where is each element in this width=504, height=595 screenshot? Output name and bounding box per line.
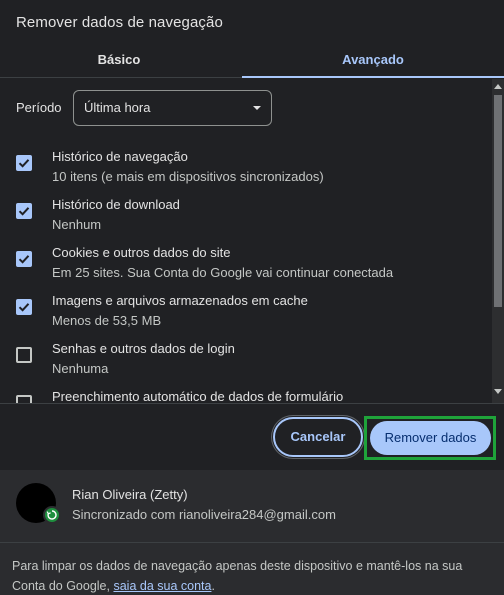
scrollbar-thumb[interactable] — [494, 95, 502, 307]
checkbox-passwords[interactable] — [16, 347, 32, 363]
checkbox-browsing-history[interactable] — [16, 155, 32, 171]
option-title: Preenchimento automático de dados de for… — [52, 389, 344, 403]
option-download-history[interactable]: Histórico de download Nenhum — [0, 197, 490, 245]
note-text: Para limpar os dados de navegação apenas… — [12, 559, 463, 593]
option-subtitle: 10 itens (e mais em dispositivos sincron… — [52, 169, 324, 184]
account-name: Rian Oliveira (Zetty) — [72, 487, 188, 502]
option-title: Cookies e outros dados do site — [52, 245, 231, 260]
option-browsing-history[interactable]: Histórico de navegação 10 itens (e mais … — [0, 149, 490, 197]
checkbox-cache[interactable] — [16, 299, 32, 315]
option-title: Imagens e arquivos armazenados em cache — [52, 293, 308, 308]
checkbox-autofill[interactable] — [16, 395, 32, 403]
option-title: Senhas e outros dados de login — [52, 341, 235, 356]
sign-out-link[interactable]: saia da sua conta — [113, 579, 211, 593]
option-subtitle: Nenhum — [52, 217, 102, 232]
note-end: . — [211, 579, 215, 593]
option-title: Histórico de navegação — [52, 149, 188, 164]
options-scroll-area: Período Última hora Histórico de navegaç… — [0, 79, 504, 403]
period-select-value: Última hora — [84, 100, 151, 115]
option-cookies[interactable]: Cookies e outros dados do site Em 25 sit… — [0, 245, 490, 293]
divider — [0, 542, 504, 543]
tab-advanced[interactable]: Avançado — [242, 44, 504, 78]
checkbox-download-history[interactable] — [16, 203, 32, 219]
option-subtitle: Nenhuma — [52, 361, 109, 376]
sync-icon — [43, 506, 61, 524]
tab-bar: Básico Avançado — [0, 44, 504, 78]
dialog-title: Remover dados de navegação — [16, 14, 223, 31]
option-subtitle: Em 25 sites. Sua Conta do Google vai con… — [52, 265, 394, 280]
dropdown-arrow-icon — [253, 106, 261, 110]
period-select[interactable]: Última hora — [73, 90, 272, 126]
period-row: Período Última hora — [0, 79, 504, 139]
checkmark-icon — [18, 159, 30, 168]
checkmark-icon — [18, 303, 30, 312]
checkmark-icon — [18, 207, 30, 216]
account-sync-status: Sincronizado com rianoliveira284@gmail.c… — [72, 507, 336, 522]
divider — [0, 403, 504, 404]
tab-basic[interactable]: Básico — [0, 44, 238, 78]
scrollbar[interactable] — [492, 79, 504, 403]
option-title: Histórico de download — [52, 197, 180, 212]
period-label: Período — [16, 100, 62, 115]
option-cache[interactable]: Imagens e arquivos armazenados em cache … — [0, 293, 490, 341]
sign-out-note: Para limpar os dados de navegação apenas… — [12, 556, 492, 595]
option-subtitle: Menos de 53,5 MB — [52, 313, 162, 328]
checkmark-icon — [18, 255, 30, 264]
account-section: Rian Oliveira (Zetty) Sincronizado com r… — [0, 470, 504, 595]
option-passwords[interactable]: Senhas e outros dados de login Nenhuma — [0, 341, 490, 389]
cancel-button[interactable]: Cancelar — [273, 417, 363, 457]
scroll-up-arrow-icon[interactable] — [494, 84, 502, 89]
option-autofill[interactable]: Preenchimento automático de dados de for… — [0, 389, 490, 403]
scroll-down-arrow-icon[interactable] — [494, 389, 502, 394]
remove-data-button[interactable]: Remover dados — [370, 421, 491, 455]
clear-browsing-data-dialog: Remover dados de navegação Básico Avança… — [0, 0, 504, 595]
checkbox-cookies[interactable] — [16, 251, 32, 267]
